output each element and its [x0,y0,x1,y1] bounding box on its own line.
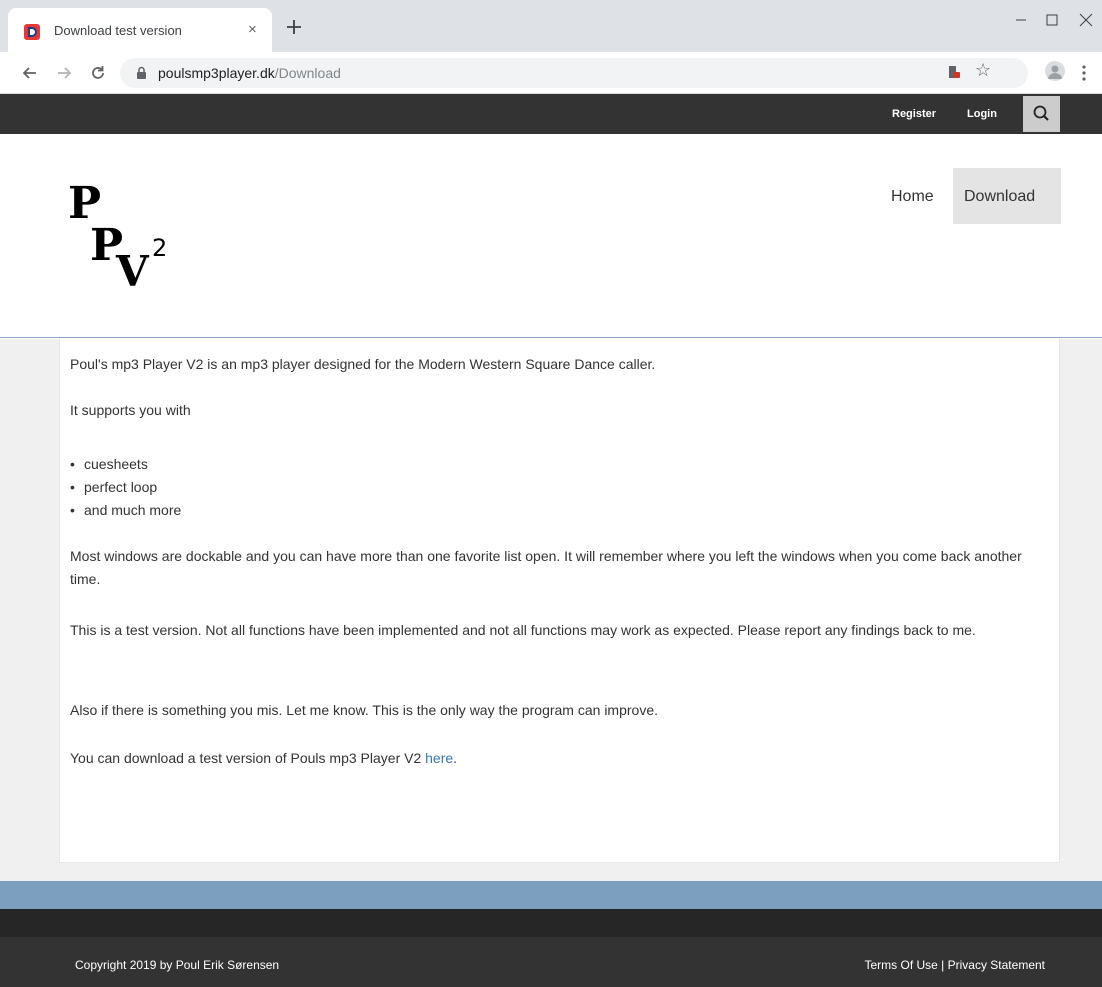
site-footer: Copyright 2019 by Poul Erik Sørensen Ter… [0,937,1102,987]
url-bar[interactable]: poulsmp3player.dk/Download [120,58,1028,88]
footer-top [0,909,1102,937]
browser-tabbar: Download test version × [0,0,1102,52]
site-header: P P V 2 Home Download [0,134,1102,338]
download-here-link[interactable]: here [425,750,453,766]
url-path: /Download [274,65,341,81]
list-item: perfect loop [70,476,181,499]
footer-separator: | [937,958,948,972]
login-link[interactable]: Login [967,108,997,120]
dockable-text: Most windows are dockable and you can ha… [70,548,1022,587]
ppv2-logo[interactable]: P P V 2 [66,178,178,290]
list-item: cuesheets [70,453,181,476]
browser-tab[interactable]: Download test version × [8,8,272,52]
lock-icon [137,66,146,79]
list-item: and much more [70,499,181,522]
intro-text: Poul's mp3 Player V2 is an mp3 player de… [70,356,656,372]
reload-icon[interactable] [88,63,108,83]
terms-of-use-link[interactable]: Terms Of Use [864,958,937,972]
feedback-text: Also if there is something you mis. Let … [70,702,658,718]
new-tab-icon[interactable] [284,17,304,37]
register-link[interactable]: Register [892,108,936,120]
copyright-text: Copyright 2019 by Poul Erik Sørensen [75,958,280,972]
content-panel: Poul's mp3 Player V2 is an mp3 player de… [59,339,1060,863]
window-minimize-icon[interactable] [1007,8,1035,32]
forward-arrow-icon[interactable] [54,63,74,83]
window-maximize-icon[interactable] [1038,8,1066,32]
search-icon [1033,105,1049,121]
url-text: poulsmp3player.dk/Download [158,65,341,81]
privacy-statement-link[interactable]: Privacy Statement [948,958,1045,972]
site-favicon-icon [24,24,40,40]
tab-title: Download test version [54,23,182,38]
nav-home[interactable]: Home [891,188,934,206]
nav-download[interactable]: Download [953,168,1061,224]
test-version-text: This is a test version. Not all function… [70,622,976,638]
download-sentence: You can download a test version of Pouls… [70,750,426,766]
supports-text: It supports you with [70,402,191,418]
feature-list: cuesheets perfect loop and much more [70,453,181,522]
download-period: . [453,750,458,766]
bookmark-star-icon[interactable]: ☆ [975,60,991,81]
svg-text:V: V [115,247,150,290]
tab-close-icon[interactable]: × [248,21,257,38]
browser-toolbar: poulsmp3player.dk/Download ☆ [0,52,1102,94]
url-host: poulsmp3player.dk [158,65,275,81]
svg-text:2: 2 [152,234,167,262]
download-text: You can download a test version of Pouls… [70,747,457,770]
back-arrow-icon[interactable] [20,63,40,83]
profile-avatar-icon[interactable] [1045,61,1065,81]
search-button[interactable] [1023,96,1060,132]
browser-menu-icon[interactable] [1082,64,1086,82]
site-topbar: Register Login [0,94,1102,134]
window-close-icon[interactable] [1072,8,1100,32]
extension-shield-icon[interactable] [946,64,962,80]
footer-accent-bar [0,881,1102,909]
footer-links: Terms Of Use | Privacy Statement [864,958,1045,972]
